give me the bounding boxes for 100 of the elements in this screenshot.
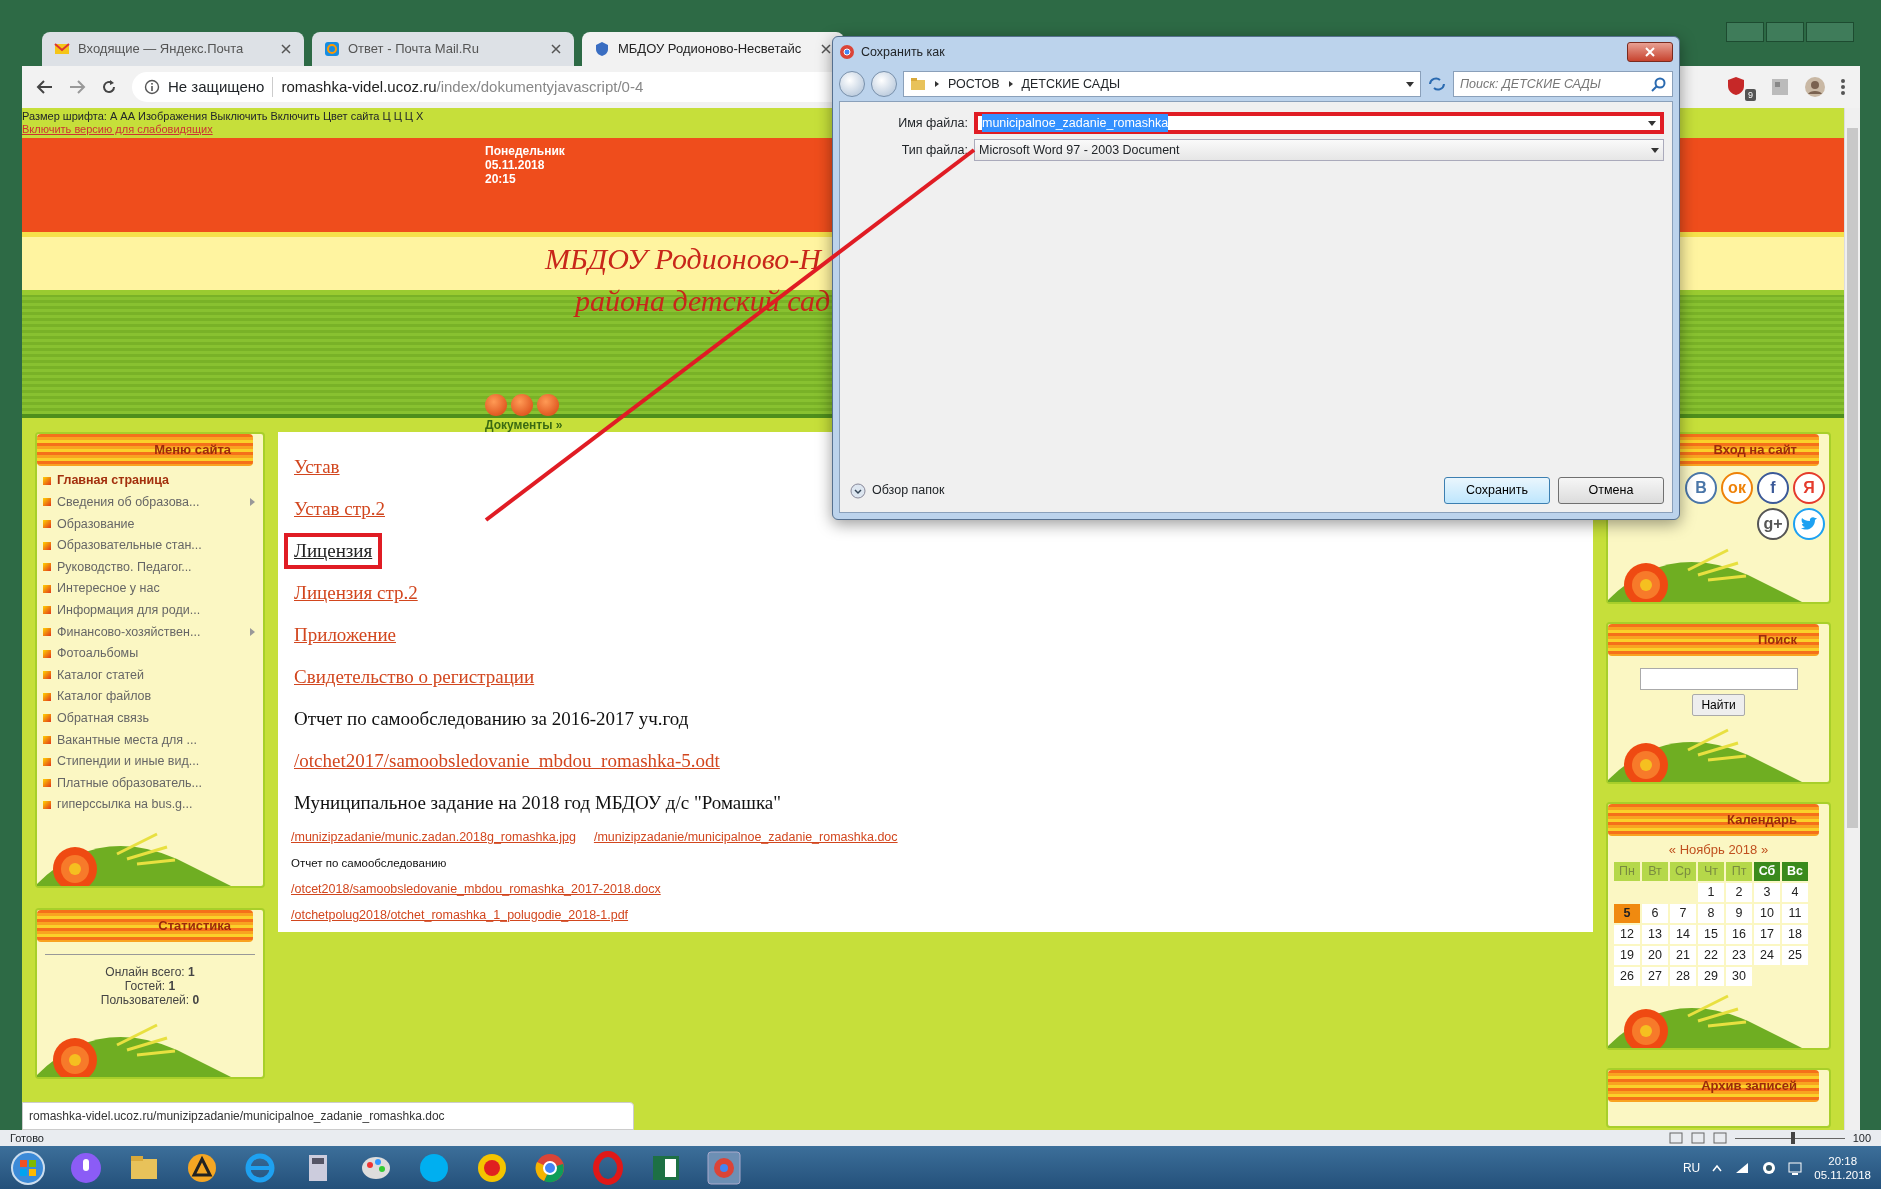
menu-item[interactable]: Информация для роди... [37,599,263,622]
document-link[interactable]: Свидетельство о регистрации [284,659,545,695]
back-arrow-icon[interactable] [36,78,54,96]
menu-item[interactable]: Финансово-хозяйствен... [37,621,263,643]
browser-tab[interactable]: Ответ - Почта Mail.Ru [312,32,574,66]
calendar-day[interactable]: 10 [1754,903,1780,923]
menu-item[interactable]: Руководство. Педагог... [37,556,263,578]
menu-item[interactable]: Стипендии и иные вид... [37,750,263,773]
menu-item[interactable]: Вакантные места для ... [37,729,263,751]
dropdown-caret-icon[interactable] [1651,147,1659,153]
monitor-icon[interactable] [1788,1160,1803,1175]
menu-item[interactable]: Образование [37,513,263,535]
calendar-day[interactable]: 24 [1754,945,1780,965]
next-month-link[interactable]: » [1760,842,1769,857]
calendar-day[interactable]: 22 [1698,945,1724,965]
file-link[interactable]: /otchetpolug2018/otchet_romashka_1_polugodie_2018-1.pdf [284,904,636,926]
calendar-day[interactable]: 14 [1670,924,1696,944]
calendar-day[interactable]: 19 [1614,945,1640,965]
document-link[interactable]: Приложение [284,617,406,653]
menu-item[interactable]: Каталог файлов [37,685,263,708]
calendar-day[interactable]: 18 [1782,924,1808,944]
calendar-day[interactable]: 28 [1670,966,1696,986]
menu-item[interactable]: Обратная связь [37,707,263,730]
file-link[interactable]: /munizipzadanie/munic.zadan.2018g_romashka.jpg [284,826,583,848]
calendar-day[interactable]: 9 [1726,903,1752,923]
social-icon[interactable]: g+ [1757,508,1789,540]
calendar-day[interactable]: 5 [1614,903,1640,923]
search-icon[interactable] [1651,76,1666,92]
browser-window-icon[interactable] [706,1149,742,1186]
puzzle-icon[interactable] [1770,77,1790,97]
calendar-day[interactable]: 6 [1642,903,1668,923]
calendar-day[interactable]: 21 [1670,945,1696,965]
chevron-down-icon[interactable] [850,482,866,499]
calendar-day[interactable]: 7 [1670,903,1696,923]
menu-item[interactable]: Главная страница [37,470,263,492]
calendar-day[interactable]: 4 [1782,882,1808,902]
close-button[interactable] [1627,42,1673,62]
document-link[interactable]: Лицензия [284,533,383,569]
tray-app-icon[interactable] [1762,1160,1777,1175]
menu-item[interactable]: Каталог статей [37,664,263,686]
check-icon[interactable] [511,394,533,416]
filetype-select[interactable]: Microsoft Word 97 - 2003 Document [974,139,1664,161]
document-link[interactable]: /otchet2017/samoobsledovanie_mbdou_romashka-5.odt [284,743,730,779]
calendar-day[interactable]: 26 [1614,966,1640,986]
reload-icon[interactable] [100,78,118,96]
search-field[interactable] [1639,668,1798,690]
calendar-day[interactable]: 30 [1726,966,1752,986]
close-icon[interactable] [820,43,832,55]
browser-tab[interactable]: Входящие — Яндекс.Почта [42,32,304,66]
calendar-day[interactable]: 20 [1642,945,1668,965]
file-link[interactable]: /otcet2018/samoobsledovanie_mbdou_romashka_2017-2018.docx [284,878,668,900]
cancel-button[interactable]: Отмена [1558,477,1664,504]
menu-icon[interactable] [1840,78,1846,96]
menu-item[interactable]: Фотоальбомы [37,642,263,665]
start-button[interactable] [10,1149,46,1186]
scrollbar[interactable] [1844,108,1860,1130]
prev-month-link[interactable]: « [1668,842,1677,857]
document-link[interactable]: Устав [284,449,350,485]
tray-caret-icon[interactable] [1712,1163,1723,1172]
calendar-day[interactable]: 3 [1754,882,1780,902]
document-link[interactable]: Лицензия стр.2 [284,575,428,611]
dropdown-caret-icon[interactable] [1406,81,1414,87]
search-field[interactable]: Поиск: ДЕТСКИЕ САДЫ [1453,71,1673,97]
path-segment[interactable]: ДЕТСКИЕ САДЫ [1021,74,1121,94]
calendar-day[interactable]: 15 [1698,924,1724,944]
calendar-day[interactable]: 17 [1754,924,1780,944]
calendar-day[interactable]: 11 [1782,903,1808,923]
social-icon[interactable]: f [1757,472,1789,504]
calendar-day[interactable]: 29 [1698,966,1724,986]
menu-item[interactable]: Интересное у нас [37,577,263,600]
calendar-day[interactable]: 23 [1726,945,1752,965]
browse-folders-toggle[interactable]: Обзор папок [850,481,945,500]
calendar-day[interactable]: 27 [1642,966,1668,986]
menu-item[interactable]: Платные образователь... [37,772,263,794]
calendar-day[interactable]: 2 [1726,882,1752,902]
avatar-icon[interactable] [1804,76,1826,98]
calendar-day[interactable]: 16 [1726,924,1752,944]
language-indicator[interactable]: RU [1682,1158,1701,1177]
social-icon[interactable]: Я [1793,472,1825,504]
info-icon[interactable] [144,79,160,95]
path-bar[interactable]: РОСТОВ ДЕТСКИЕ САДЫ [903,71,1421,97]
calendar-day[interactable]: 1 [1698,882,1724,902]
calendar-day[interactable]: 12 [1614,924,1640,944]
forward-arrow-icon[interactable] [68,78,86,96]
forward-button[interactable] [871,71,897,97]
bird-icon[interactable] [1793,508,1825,540]
breadcrumb-link[interactable]: Документы » [485,416,563,434]
calendar-day[interactable]: 8 [1698,903,1724,923]
social-icon[interactable]: В [1685,472,1717,504]
close-icon[interactable] [280,43,292,55]
save-button[interactable]: Сохранить [1444,477,1550,504]
browser-tab[interactable]: МБДОУ Родионово-Несветайс [582,32,844,66]
back-button[interactable] [839,71,865,97]
calendar-day[interactable]: 25 [1782,945,1808,965]
refresh-icon[interactable] [1427,74,1447,94]
extension-icon[interactable]: 9 [1726,73,1756,101]
accessibility-link[interactable]: Включить версию для слабовидящих [22,123,213,136]
file-link[interactable]: /munizipzadanie/municipalnoe_zadanie_romashka.doc [586,826,905,848]
menu-item[interactable]: гиперссылка на bus.g... [37,793,263,816]
dropdown-caret-icon[interactable] [1648,120,1656,126]
